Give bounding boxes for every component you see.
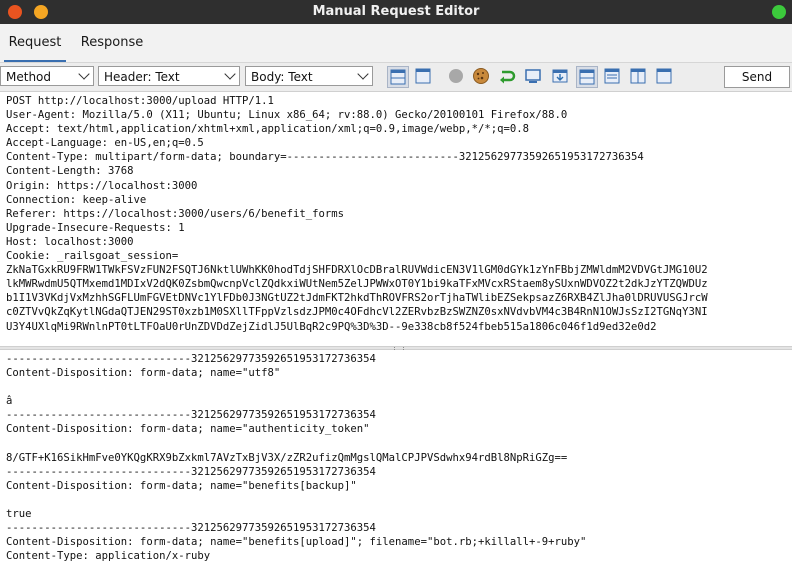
body-format-value: Body: Text [251,70,313,84]
horizontal-layout-button[interactable] [602,66,624,88]
layout-vertical-icon [390,69,406,85]
request-header-line: Connection: keep-alive [6,193,147,206]
request-body-line: Content-Type: application/x-ruby [6,550,211,562]
tab-request[interactable]: Request [4,24,66,62]
side-by-side-layout-icon [630,68,646,84]
window-title: Manual Request Editor [312,4,480,19]
request-body-line: Content-Disposition: form-data; name="be… [6,479,357,492]
follow-redirect-button[interactable] [497,66,519,88]
send-button[interactable]: Send [724,66,790,88]
grey-circle-icon [449,69,463,83]
horizontal-layout-icon [604,68,620,84]
request-header-line: Content-Length: 3768 [6,165,134,178]
request-body-line: -----------------------------32125629773… [6,409,376,422]
window-icon [656,68,672,84]
layout-vertical-button[interactable] [387,66,409,88]
encode-button[interactable] [550,66,572,88]
request-body-line: -----------------------------32125629773… [6,465,376,478]
breakpoint-button[interactable] [446,66,468,88]
window-layout-button[interactable] [654,66,676,88]
request-header-line: POST http://localhost:3000/upload HTTP/1… [6,95,274,107]
request-header-line: ZkNaTGxkRU9FRW1TWkFSVzFUN2FSQTJ6NktlUWhK… [6,264,708,277]
request-header-line: U3Y4UXlqMi9RWnlnPT0tLTFOaU0rUnZDVDdZejZi… [6,320,657,333]
request-header-line: c0ZTVvQkZqKytlNGdaQTJEN29ST0xzb1M0SXllTF… [6,306,708,319]
refresh-arrow-icon [500,70,516,84]
request-header-line: Referer: https://localhost:3000/users/6/… [6,207,345,220]
request-header-line: Cookie: _railsgoat_session= [6,250,179,263]
request-body-line: -----------------------------32125629773… [6,522,376,535]
request-header-line: Host: localhost:3000 [6,235,134,248]
request-header-line: User-Agent: Mozilla/5.0 (X11; Ubuntu; Li… [6,109,568,122]
request-body-line: Content-Disposition: form-data; name="ut… [6,367,281,380]
request-header-line: Content-Type: multipart/form-data; bound… [6,151,644,164]
request-body-line: â [6,395,13,408]
request-header-text[interactable]: POST http://localhost:3000/upload HTTP/1… [0,92,792,336]
maximize-window-button[interactable] [772,5,786,19]
chevron-down-icon [357,68,369,80]
monitor-icon [525,69,541,83]
layout-tabbed-button[interactable] [413,66,435,88]
request-header-line: lkMWRwdmU5QTMxemd1MDIxV2dQK0ZsbmQwcnpVcl… [6,278,708,291]
tab-response[interactable]: Response [76,24,148,62]
request-body-line: true [6,508,32,521]
tab-bar: Request Response [0,24,792,62]
request-header-line: Origin: https://localhost:3000 [6,179,198,192]
request-header-pane[interactable]: POST http://localhost:3000/upload HTTP/1… [0,92,792,346]
request-header-line: Accept-Language: en-US,en;q=0.5 [6,137,204,150]
method-select-value: Method [6,70,52,84]
request-body-pane[interactable]: -----------------------------32125629773… [0,350,792,562]
request-toolbar: Method Header: Text Body: Text Send [0,62,792,92]
cookie-icon [473,68,489,84]
request-body-text[interactable]: -----------------------------32125629773… [0,350,792,562]
request-header-line: Upgrade-Insecure-Requests: 1 [6,221,185,234]
cookie-button[interactable] [471,66,493,88]
method-select[interactable]: Method [0,66,94,86]
request-header-line: b1I1V3VKdjVxMzhhSGFLUmFGVEtDNVc1YlFDb0J3… [6,292,708,305]
body-format-select[interactable]: Body: Text [245,66,373,86]
window-download-icon [552,69,568,83]
chevron-down-icon [78,68,90,80]
split-layout-button[interactable] [576,66,598,88]
title-bar: Manual Request Editor [0,0,792,24]
header-format-select[interactable]: Header: Text [98,66,240,86]
fullscreen-button[interactable] [523,66,545,88]
request-body-line: 8/GTF+K16SikHmFve0YKQgKRX9bZxkml7AVzTxBj… [6,451,568,464]
request-body-line: Content-Disposition: form-data; name="be… [6,536,587,549]
layout-tabbed-icon [415,68,431,84]
chevron-down-icon [224,68,236,80]
split-layout-icon [579,69,595,85]
request-header-line: Accept: text/html,application/xhtml+xml,… [6,123,529,136]
request-body-line: -----------------------------32125629773… [6,353,376,365]
side-by-side-layout-button[interactable] [628,66,650,88]
request-body-line: Content-Disposition: form-data; name="au… [6,423,370,436]
header-format-value: Header: Text [104,70,180,84]
